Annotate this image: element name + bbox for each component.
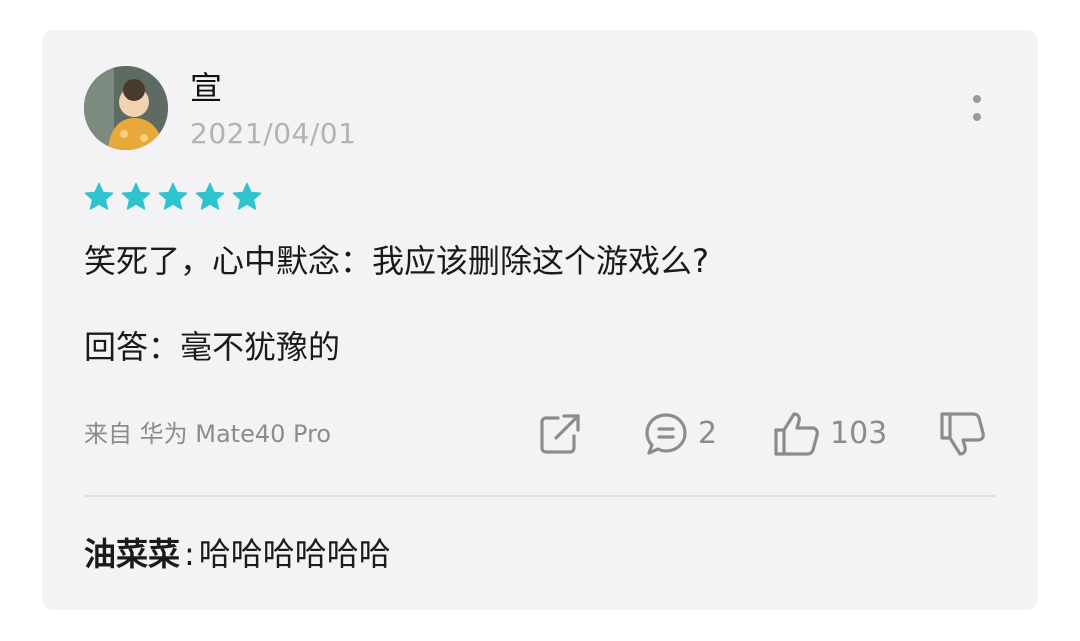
comment-button[interactable]: 2 <box>642 410 717 458</box>
share-icon <box>540 414 580 454</box>
comment-icon <box>645 413 687 455</box>
star-rating <box>84 182 262 212</box>
star-icon <box>195 182 225 210</box>
review-card: 宣 2021/04/01 笑死了，心中默念：我应该删除这个游戏么? 回答：毫不犹… <box>42 30 1038 610</box>
reply-separator: : <box>184 535 195 573</box>
thumbs-up-icon <box>774 412 819 456</box>
review-text-line-2: 回答：毫不犹豫的 <box>84 328 341 366</box>
like-button[interactable]: 103 <box>772 410 887 458</box>
comment-count: 2 <box>698 416 718 451</box>
share-button[interactable] <box>536 410 584 458</box>
review-text-line-1: 笑死了，心中默念：我应该删除这个游戏么? <box>84 242 709 280</box>
username[interactable]: 宣 <box>190 68 222 108</box>
reply[interactable]: 油菜菜: 哈哈哈哈哈哈 <box>84 533 391 575</box>
star-icon <box>121 182 151 210</box>
reply-text: 哈哈哈哈哈哈 <box>198 535 391 573</box>
review-date: 2021/04/01 <box>190 117 357 150</box>
device-source: 来自 华为 Mate40 Pro <box>84 420 332 448</box>
thumbs-down-icon <box>940 412 985 456</box>
divider <box>84 495 996 497</box>
star-icon <box>232 182 262 210</box>
star-icon <box>84 182 114 210</box>
dislike-button[interactable] <box>938 410 988 458</box>
more-options-icon[interactable] <box>962 92 992 126</box>
avatar[interactable] <box>84 66 168 150</box>
star-icon <box>158 182 188 210</box>
like-count: 103 <box>830 416 888 451</box>
reply-author[interactable]: 油菜菜 <box>84 535 180 573</box>
